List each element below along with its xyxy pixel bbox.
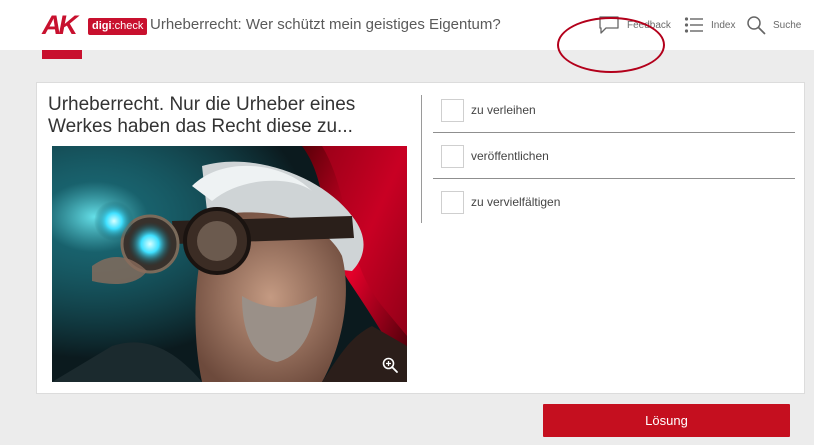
answer-option-2[interactable]: veröffentlichen <box>433 133 795 179</box>
page-title: Urheberrecht: Wer schützt mein geistiges… <box>150 16 501 33</box>
solution-button[interactable]: Lösung <box>543 404 790 437</box>
index-link[interactable]: Index <box>684 14 735 36</box>
app-header: AK digi:check Urheberrecht: Wer schützt … <box>0 0 814 50</box>
speech-bubble-icon <box>599 16 619 34</box>
answer-option-1[interactable]: zu verleihen <box>433 87 795 133</box>
steampunk-portrait-illustration <box>52 146 407 382</box>
feedback-label: Feedback <box>627 19 671 31</box>
feedback-link[interactable]: Feedback <box>598 14 671 36</box>
progress-tab-marker <box>42 50 82 59</box>
logo-ak: AK <box>42 10 78 40</box>
question-image[interactable] <box>52 146 407 382</box>
answer-label: zu verleihen <box>471 103 536 117</box>
ak-digicheck-logo[interactable]: AK digi:check <box>42 10 148 40</box>
answer-checkbox[interactable] <box>441 191 464 214</box>
list-icon <box>684 17 703 33</box>
zoom-in-icon[interactable] <box>381 356 399 374</box>
magnifier-icon <box>747 16 766 35</box>
search-link[interactable]: Suche <box>746 14 801 36</box>
logo-digicheck: digi:check <box>88 18 148 35</box>
answer-checkbox[interactable] <box>441 145 464 168</box>
question-text: Urheberrecht. Nur die Urheber eines Werk… <box>48 94 356 137</box>
column-divider <box>421 95 422 223</box>
answer-option-3[interactable]: zu vervielfältigen <box>433 179 795 225</box>
question-card: Urheberrecht. Nur die Urheber eines Werk… <box>36 82 805 394</box>
index-label: Index <box>711 19 736 31</box>
answer-label: zu vervielfältigen <box>471 195 561 209</box>
answer-checkbox[interactable] <box>441 99 464 122</box>
answer-label: veröffentlichen <box>471 149 549 163</box>
search-label: Suche <box>773 19 802 31</box>
